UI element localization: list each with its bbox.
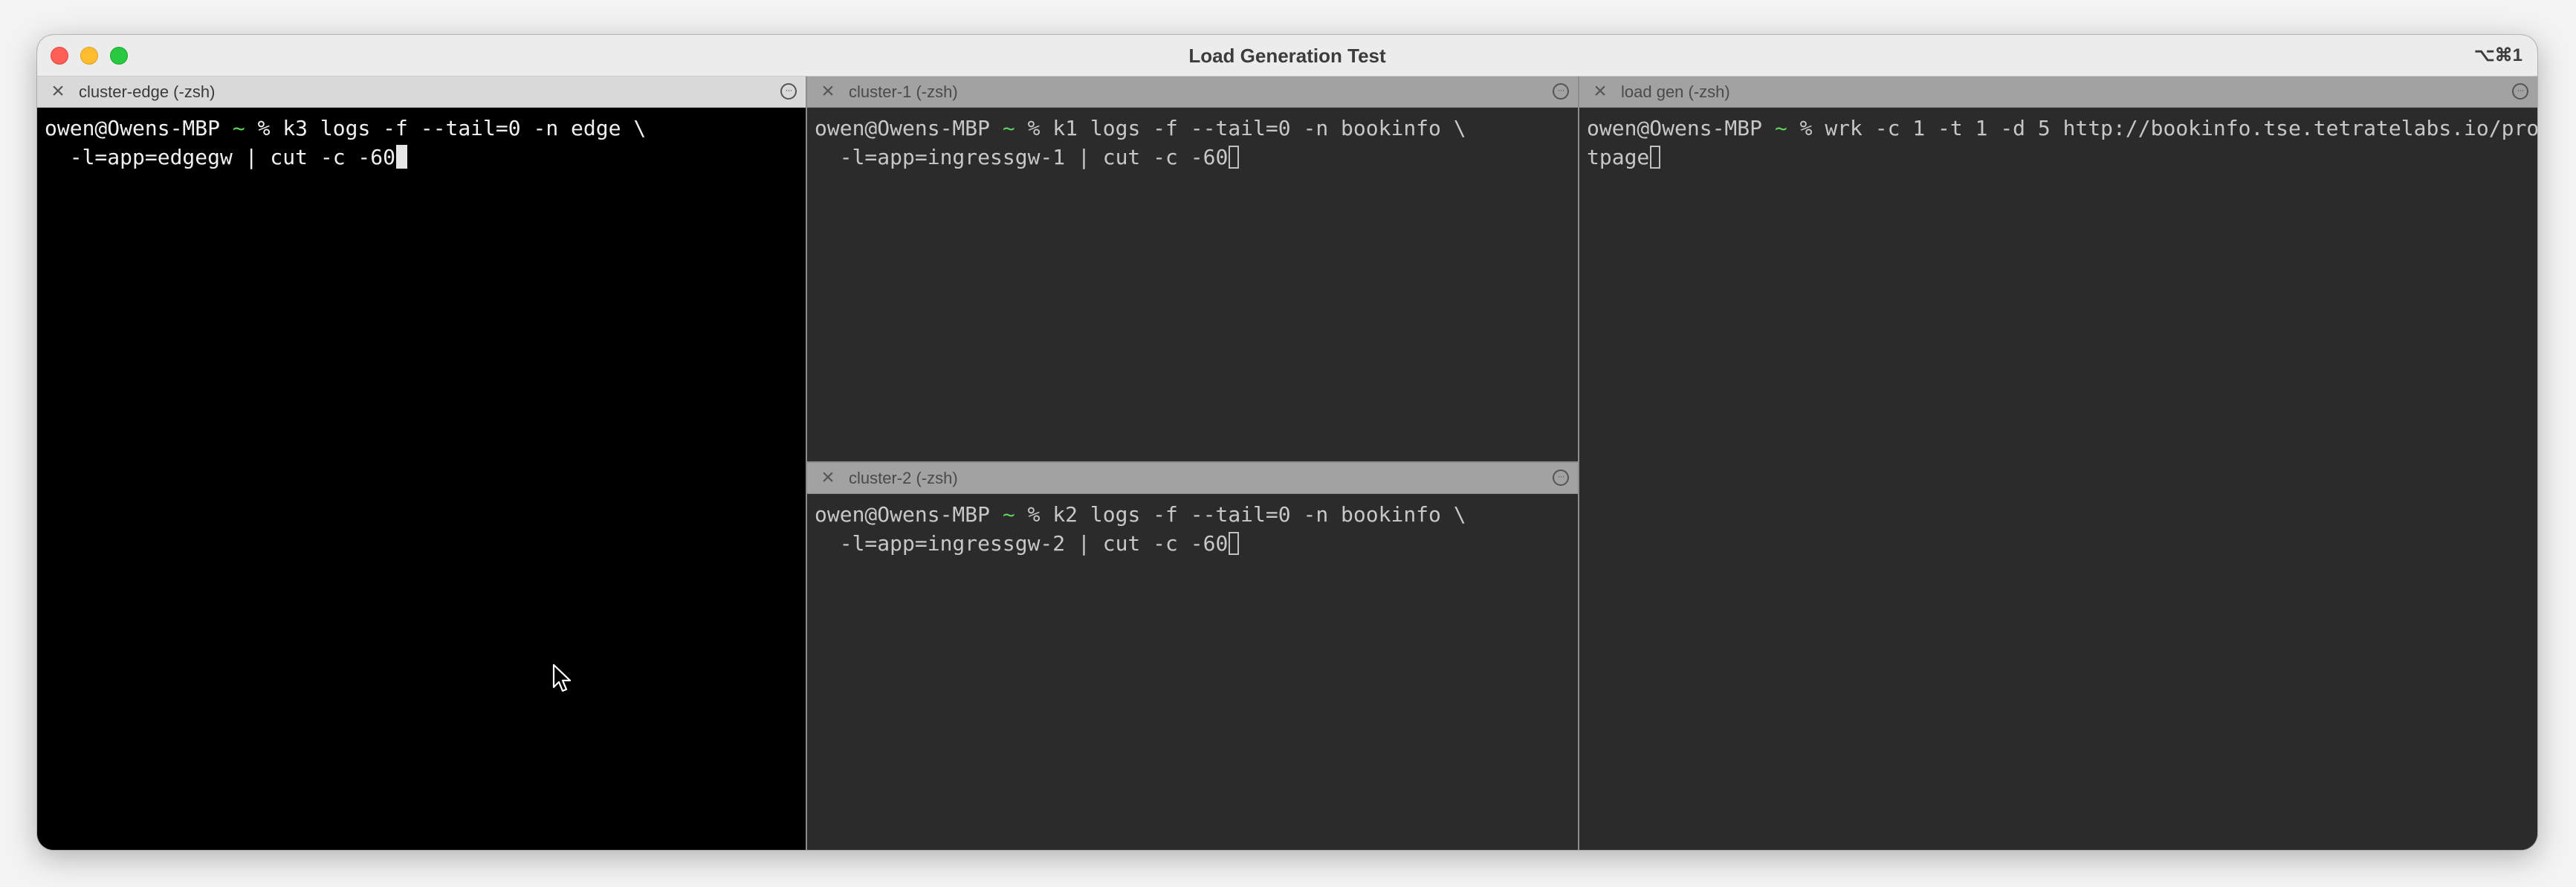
command-line-2: -l=app=ingressgw-1 | cut -c -60 [815, 145, 1229, 169]
pane-cluster-edge[interactable]: × cluster-edge (-zsh) ··· owen@Owens-MBP… [37, 77, 806, 850]
prompt-symbol: % [257, 116, 271, 140]
terminal-window: Load Generation Test ⌥⌘1 × cluster-edge … [37, 35, 2537, 850]
pane-header-cluster-edge[interactable]: × cluster-edge (-zsh) ··· [37, 77, 806, 108]
pane-header-cluster-2[interactable]: × cluster-2 (-zsh) ··· [807, 463, 1578, 494]
text-cursor [1650, 146, 1661, 169]
window-shortcut: ⌥⌘1 [2473, 45, 2522, 65]
prompt-tilde: ~ [232, 116, 245, 140]
text-cursor [1229, 532, 1240, 555]
pane-cluster-1[interactable]: × cluster-1 (-zsh) ··· owen@Owens-MBP ~ … [807, 77, 1578, 461]
pane-title-cluster-2: cluster-2 (-zsh) [849, 469, 958, 487]
command-line-2: -l=app=ingressgw-2 | cut -c -60 [815, 531, 1229, 556]
prompt-user-host: owen@Owens-MBP [45, 116, 221, 140]
command-line-1: k1 logs -f --tail=0 -n bookinfo \ [1052, 116, 1466, 140]
title-bar[interactable]: Load Generation Test ⌥⌘1 [37, 35, 2537, 77]
pane-title-load-gen: load gen (-zsh) [1621, 82, 1730, 101]
window-title: Load Generation Test [1188, 45, 1386, 67]
text-cursor [1229, 146, 1240, 169]
pane-cluster-2[interactable]: × cluster-2 (-zsh) ··· owen@Owens-MBP ~ … [807, 463, 1578, 850]
prompt-user-host: owen@Owens-MBP [1587, 116, 1763, 140]
more-icon[interactable]: ··· [1553, 470, 1569, 486]
text-cursor [396, 145, 408, 169]
command-line-2: -l=app=edgegw | cut -c -60 [45, 145, 396, 169]
prompt-user-host: owen@Owens-MBP [815, 502, 991, 527]
command-line-2: tpage [1587, 145, 1650, 169]
pane-title-cluster-1: cluster-1 (-zsh) [849, 82, 958, 101]
command-line-1: k2 logs -f --tail=0 -n bookinfo \ [1052, 502, 1466, 527]
more-icon[interactable]: ··· [1553, 83, 1569, 100]
terminal-output-cluster-2[interactable]: owen@Owens-MBP ~ % k2 logs -f --tail=0 -… [807, 494, 1578, 850]
prompt-symbol: % [1027, 116, 1041, 140]
terminal-output-cluster-1[interactable]: owen@Owens-MBP ~ % k1 logs -f --tail=0 -… [807, 108, 1578, 461]
pane-header-cluster-1[interactable]: × cluster-1 (-zsh) ··· [807, 77, 1578, 108]
more-icon[interactable]: ··· [780, 83, 797, 100]
prompt-user-host: owen@Owens-MBP [815, 116, 991, 140]
mouse-pointer-icon [552, 663, 572, 692]
pane-load-gen[interactable]: × load gen (-zsh) ··· owen@Owens-MBP ~ %… [1579, 77, 2537, 850]
pane-divider-horizontal[interactable] [807, 461, 1578, 463]
prompt-tilde: ~ [1002, 502, 1015, 527]
close-icon[interactable]: × [46, 79, 70, 103]
close-icon[interactable]: × [1588, 79, 1612, 103]
prompt-tilde: ~ [1774, 116, 1787, 140]
prompt-symbol: % [1027, 502, 1041, 527]
close-icon[interactable]: × [816, 466, 840, 490]
prompt-symbol: % [1799, 116, 1813, 140]
command-line-1: k3 logs -f --tail=0 -n edge \ [282, 116, 647, 140]
close-icon[interactable]: × [816, 79, 840, 103]
prompt-tilde: ~ [1002, 116, 1015, 140]
pane-header-load-gen[interactable]: × load gen (-zsh) ··· [1579, 77, 2537, 108]
command-line-1: wrk -c 1 -t 1 -d 5 http://bookinfo.tse.t… [1825, 116, 2537, 140]
more-icon[interactable]: ··· [2512, 83, 2528, 100]
terminal-output-load-gen[interactable]: owen@Owens-MBP ~ % wrk -c 1 -t 1 -d 5 ht… [1579, 108, 2537, 850]
pane-title-cluster-edge: cluster-edge (-zsh) [79, 82, 216, 101]
terminal-output-cluster-edge[interactable]: owen@Owens-MBP ~ % k3 logs -f --tail=0 -… [37, 108, 806, 850]
